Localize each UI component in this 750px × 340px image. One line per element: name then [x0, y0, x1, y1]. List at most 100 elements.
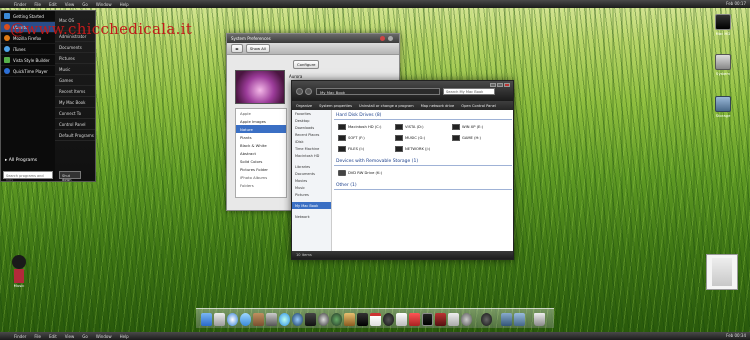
nav-item-downloads[interactable]: Downloads: [292, 124, 331, 131]
menu-go[interactable]: Go: [82, 334, 88, 339]
desktop-icon-storage[interactable]: Storage: [709, 96, 737, 118]
nav-item-macintosh-hd[interactable]: Macintosh HD: [292, 152, 331, 159]
safari-icon[interactable]: [227, 313, 238, 326]
start-item-itunes[interactable]: iTunes: [1, 44, 55, 55]
activity-monitor-icon[interactable]: [448, 313, 459, 326]
nav-item-network[interactable]: Network: [292, 213, 331, 220]
system-preferences-icon[interactable]: [461, 313, 472, 326]
nav-item-pictures[interactable]: Pictures: [292, 191, 331, 198]
imovie-icon[interactable]: [305, 313, 316, 326]
removable-group-header[interactable]: Devices with Removable Storage (1): [334, 158, 512, 166]
mail-icon[interactable]: [214, 313, 225, 326]
dvd-player-icon[interactable]: [318, 313, 329, 326]
configure-button[interactable]: Configure: [293, 60, 320, 69]
menu-view[interactable]: View: [65, 334, 75, 339]
start-place-music[interactable]: Music: [55, 64, 95, 75]
source-item-solid-colors[interactable]: Solid Colors: [236, 157, 286, 165]
itunes-icon[interactable]: [279, 313, 290, 326]
explorer-titlebar[interactable]: My Mac Book Search My Mac Book: [292, 81, 513, 101]
nav-item-desktop[interactable]: Desktop: [292, 117, 331, 124]
ical-icon[interactable]: [409, 313, 420, 326]
start-item-vista-style-builder[interactable]: Vista Style Builder: [1, 55, 55, 66]
menu-edit[interactable]: Edit: [49, 334, 57, 339]
zoom-icon[interactable]: [388, 36, 393, 41]
garageband-icon[interactable]: [344, 313, 355, 326]
source-item-iphoto-albums[interactable]: iPhoto Albums: [236, 173, 286, 181]
iphoto-icon[interactable]: [266, 313, 277, 326]
start-place-control-panel[interactable]: Control Panel: [55, 119, 95, 130]
quicktime-icon[interactable]: [292, 313, 303, 326]
power-icon[interactable]: [481, 313, 492, 326]
drive-item[interactable]: Macintosh HD (C:): [338, 124, 395, 130]
nav-item-recent-places[interactable]: Recent Places: [292, 131, 331, 138]
minimize-icon[interactable]: [490, 83, 496, 87]
dashboard-icon[interactable]: [383, 313, 394, 326]
start-place-documents[interactable]: Documents: [55, 42, 95, 53]
trash-icon[interactable]: [534, 313, 545, 326]
explorer-search-input[interactable]: Search My Mac Book: [443, 88, 495, 95]
nav-item-libraries[interactable]: Libraries: [292, 163, 331, 170]
time-machine-icon[interactable]: [331, 313, 342, 326]
source-item-black-white[interactable]: Black & White: [236, 141, 286, 149]
drive-item[interactable]: FILES (I:): [338, 146, 395, 152]
menu-help[interactable]: Help: [120, 2, 129, 7]
chess-icon[interactable]: [357, 313, 368, 326]
menu-clock[interactable]: Feb 00:17: [726, 1, 746, 6]
menu-file[interactable]: File: [34, 2, 41, 7]
source-item-apple-images[interactable]: Apple Images: [236, 117, 286, 125]
start-place-my-mac-book[interactable]: My Mac Book: [55, 97, 95, 108]
menu-finder[interactable]: Finder: [14, 2, 26, 7]
drive-item[interactable]: NETWORK (J:): [395, 146, 452, 152]
nav-item-my-mac-book[interactable]: My Mac Book: [292, 202, 331, 209]
menu-go[interactable]: Go: [82, 2, 88, 7]
forward-arrow-icon[interactable]: [305, 88, 312, 95]
start-place-default-programs[interactable]: Default Programs: [55, 130, 95, 141]
desktop-icon-mac-hd[interactable]: Mac HD: [709, 14, 737, 36]
downloads-stack-icon[interactable]: [514, 313, 525, 326]
start-search-input[interactable]: Search programs and files: [3, 171, 53, 182]
drive-item[interactable]: SOFT (F:): [338, 135, 395, 141]
photo-booth-icon[interactable]: [435, 313, 446, 326]
maximize-icon[interactable]: [497, 83, 503, 87]
menu-file[interactable]: File: [34, 334, 41, 339]
preview-icon[interactable]: [396, 313, 407, 326]
calendar-icon[interactable]: [370, 313, 381, 326]
source-item-pictures-folder[interactable]: Pictures Folder: [236, 165, 286, 173]
nav-item-documents[interactable]: Documents: [292, 170, 331, 177]
map-network-drive-button[interactable]: Map network drive: [421, 104, 455, 108]
back-arrow-icon[interactable]: [296, 88, 303, 95]
source-item-abstract[interactable]: Abstract: [236, 149, 286, 157]
uninstall-program-button[interactable]: Uninstall or change a program: [359, 104, 414, 108]
menu-edit[interactable]: Edit: [49, 2, 57, 7]
drive-item[interactable]: WIN XP (E:): [452, 124, 509, 130]
back-button[interactable]: ◂▸: [231, 44, 243, 53]
source-item-nature[interactable]: Nature: [236, 125, 286, 133]
nav-item-favorites[interactable]: Favorites: [292, 110, 331, 117]
source-item-folders[interactable]: Folders: [236, 181, 286, 189]
menu-help[interactable]: Help: [120, 334, 129, 339]
start-item-quicktime[interactable]: QuickTime Player: [1, 66, 55, 77]
source-item-apple[interactable]: Apple: [236, 109, 286, 117]
nav-item-time-machine[interactable]: Time Machine: [292, 145, 331, 152]
dvd-drive-item[interactable]: DVD RW Drive (K:): [338, 170, 395, 176]
ichat-icon[interactable]: [240, 313, 251, 326]
start-place-connect-to[interactable]: Connect To: [55, 108, 95, 119]
all-programs-link[interactable]: ▸ All Programs: [5, 158, 37, 163]
shutdown-button[interactable]: Shut down: [59, 171, 81, 182]
nav-item-idisk[interactable]: iDisk: [292, 138, 331, 145]
system-properties-button[interactable]: System properties: [319, 104, 352, 108]
photo-widget[interactable]: [706, 254, 738, 290]
nav-item-music[interactable]: Music: [292, 184, 331, 191]
drive-item[interactable]: MUSIC (G:): [395, 135, 452, 141]
nav-item-movies[interactable]: Movies: [292, 177, 331, 184]
start-place-pictures[interactable]: Pictures: [55, 53, 95, 64]
close-icon[interactable]: [380, 36, 385, 41]
system-preferences-titlebar[interactable]: System Preferences: [227, 34, 399, 43]
desktop-icon-music[interactable]: Music: [8, 255, 30, 295]
menu-clock[interactable]: Feb 00:34: [726, 333, 746, 338]
menu-window[interactable]: Window: [96, 2, 112, 7]
address-book-icon[interactable]: [253, 313, 264, 326]
start-place-games[interactable]: Games: [55, 75, 95, 86]
finder-icon[interactable]: [201, 313, 212, 326]
menu-finder[interactable]: Finder: [14, 334, 26, 339]
